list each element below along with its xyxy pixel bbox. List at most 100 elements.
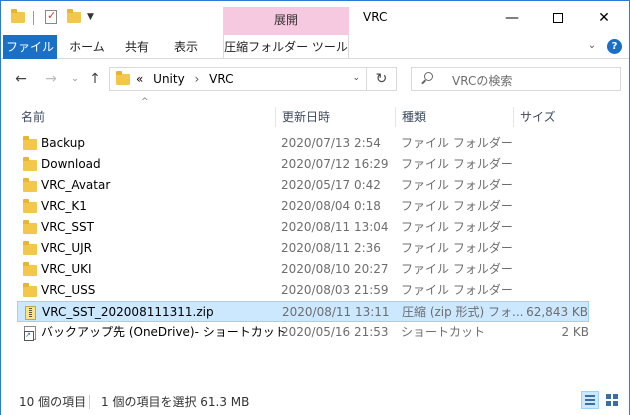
- tab-compressed-folder-tools[interactable]: 圧縮フォルダー ツール: [223, 35, 349, 59]
- close-button[interactable]: ✕: [581, 1, 627, 35]
- selection-info: 1 個の項目を選択 61.3 MB: [101, 395, 250, 409]
- search-icon: [420, 72, 434, 86]
- breadcrumb: « Unity › VRC: [136, 72, 240, 86]
- chevron-right-icon[interactable]: ›: [195, 72, 200, 86]
- column-header-size[interactable]: サイズ: [513, 107, 593, 127]
- file-name: VRC_K1: [41, 199, 87, 213]
- column-header-type[interactable]: 種類: [395, 107, 513, 127]
- file-row[interactable]: Backup 2020/07/13 2:54 ファイル フォルダー: [17, 133, 589, 154]
- file-name: Backup: [41, 136, 85, 150]
- file-name: VRC_SST: [41, 220, 94, 234]
- properties-icon[interactable]: ✓: [45, 9, 59, 24]
- maximize-button[interactable]: [535, 1, 581, 35]
- file-name: VRC_USS: [41, 283, 96, 297]
- chevron-down-icon[interactable]: ⌄: [352, 73, 360, 83]
- folder-icon: [116, 71, 130, 86]
- file-type: ショートカット: [401, 325, 486, 339]
- file-name: VRC_UKI: [41, 262, 92, 276]
- file-date: 2020/08/11 2:36: [281, 241, 381, 255]
- file-date: 2020/05/17 0:42: [281, 178, 381, 192]
- title-bar: ✓ ▼ 展開 VRC — ✕: [1, 1, 629, 35]
- breadcrumb-overflow[interactable]: «: [136, 72, 143, 86]
- file-type: ファイル フォルダー: [401, 241, 513, 255]
- folder-icon: [23, 136, 37, 151]
- tab-home[interactable]: ホーム: [63, 35, 111, 59]
- file-name: Download: [41, 157, 101, 171]
- status-divider: [89, 395, 90, 409]
- column-header-name[interactable]: 名前: [15, 107, 275, 127]
- file-name: VRC_Avatar: [41, 178, 111, 192]
- file-date: 2020/08/10 20:27: [281, 262, 389, 276]
- address-bar[interactable]: « Unity › VRC ⌄: [109, 67, 367, 91]
- column-header-date[interactable]: 更新日時: [275, 107, 395, 127]
- file-row[interactable]: VRC_UJR 2020/08/11 2:36 ファイル フォルダー: [17, 238, 589, 259]
- file-type: ファイル フォルダー: [401, 283, 513, 297]
- folder-icon: [23, 157, 37, 172]
- folder-icon: [23, 220, 37, 235]
- file-row[interactable]: VRC_USS 2020/08/03 21:59 ファイル フォルダー: [17, 280, 589, 301]
- large-icons-view-icon[interactable]: [603, 391, 621, 409]
- file-name: バックアップ先 (OneDrive)- ショートカット: [41, 325, 287, 339]
- tab-view[interactable]: 表示: [163, 35, 209, 59]
- file-type: ファイル フォルダー: [401, 262, 513, 276]
- refresh-button[interactable]: ↻: [367, 67, 397, 91]
- window-title: VRC: [363, 10, 388, 24]
- file-date: 2020/08/04 0:18: [281, 199, 381, 213]
- details-view-icon[interactable]: [581, 391, 599, 409]
- back-arrow-icon[interactable]: ←: [11, 69, 31, 89]
- folder-icon: [23, 262, 37, 277]
- file-list: Backup 2020/07/13 2:54 ファイル フォルダー Download 2…: [17, 133, 589, 343]
- up-arrow-icon[interactable]: ↑: [85, 69, 105, 89]
- file-date: 2020/07/13 2:54: [281, 136, 381, 150]
- file-row[interactable]: Download 2020/07/12 16:29 ファイル フォルダー: [17, 154, 589, 175]
- search-box[interactable]: VRCの検索: [411, 67, 621, 91]
- search-input[interactable]: VRCの検索: [452, 72, 512, 89]
- tab-file[interactable]: ファイル: [3, 35, 57, 59]
- help-icon[interactable]: ?: [607, 39, 622, 54]
- file-type: ファイル フォルダー: [401, 136, 513, 150]
- file-row[interactable]: VRC_SST_202008111311.zip 2020/08/11 13:11…: [17, 301, 589, 322]
- file-date: 2020/05/16 21:53: [281, 325, 389, 339]
- new-folder-icon[interactable]: [67, 9, 81, 24]
- file-date: 2020/08/03 21:59: [281, 283, 389, 297]
- folder-icon: [23, 283, 37, 298]
- minimize-button[interactable]: —: [489, 1, 535, 35]
- file-date: 2020/08/11 13:11: [282, 305, 390, 319]
- zip-file-icon: [24, 306, 38, 320]
- file-size: 62,843 KB: [526, 305, 588, 319]
- file-row[interactable]: VRC_K1 2020/08/04 0:18 ファイル フォルダー: [17, 196, 589, 217]
- contextual-tab-title: 展開: [223, 7, 349, 35]
- folder-icon: [23, 178, 37, 193]
- file-row[interactable]: VRC_SST 2020/08/11 13:04 ファイル フォルダー: [17, 217, 589, 238]
- breadcrumb-unity[interactable]: Unity: [153, 72, 185, 86]
- file-row[interactable]: VRC_Avatar 2020/05/17 0:42 ファイル フォルダー: [17, 175, 589, 196]
- breadcrumb-vrc[interactable]: VRC: [209, 72, 233, 86]
- file-row[interactable]: VRC_UKI 2020/08/10 20:27 ファイル フォルダー: [17, 259, 589, 280]
- file-type: ファイル フォルダー: [401, 220, 513, 234]
- item-count: 10 個の項目: [19, 395, 87, 409]
- forward-arrow-icon[interactable]: →: [41, 69, 61, 89]
- sort-ascending-icon: ^: [141, 97, 149, 107]
- recent-locations-icon[interactable]: ⌄: [65, 69, 85, 89]
- file-name: VRC_UJR: [41, 241, 92, 255]
- file-date: 2020/08/11 13:04: [281, 220, 389, 234]
- folder-icon: [11, 9, 25, 24]
- file-type: ファイル フォルダー: [401, 178, 513, 192]
- shortcut-icon: [23, 326, 37, 341]
- status-bar: 10 個の項目 1 個の項目を選択 61.3 MB: [1, 389, 629, 415]
- file-type: ファイル フォルダー: [401, 157, 513, 171]
- quick-access-divider: [33, 11, 34, 25]
- ribbon-tabs: ファイル ホーム 共有 表示 圧縮フォルダー ツール ⌄ ?: [1, 35, 629, 59]
- column-headers: ^ 名前 更新日時 種類 サイズ: [1, 97, 629, 129]
- file-row[interactable]: バックアップ先 (OneDrive)- ショートカット2020/05/16 21…: [17, 322, 589, 343]
- file-name: VRC_SST_202008111311.zip: [42, 305, 214, 319]
- file-type: ファイル フォルダー: [401, 199, 513, 213]
- ribbon-expand-icon[interactable]: ⌄: [585, 39, 599, 53]
- tab-share[interactable]: 共有: [115, 35, 159, 59]
- file-date: 2020/07/12 16:29: [281, 157, 389, 171]
- folder-icon: [23, 241, 37, 256]
- navigation-bar: ← → ⌄ ↑ « Unity › VRC ⌄ ↻ VRCの検索: [1, 59, 629, 99]
- folder-icon: [23, 199, 37, 214]
- explorer-window: ✓ ▼ 展開 VRC — ✕ ファイル ホーム 共有 表示 圧縮フォルダー ツー…: [0, 0, 630, 415]
- quick-access-dropdown-icon[interactable]: ▼: [87, 12, 94, 22]
